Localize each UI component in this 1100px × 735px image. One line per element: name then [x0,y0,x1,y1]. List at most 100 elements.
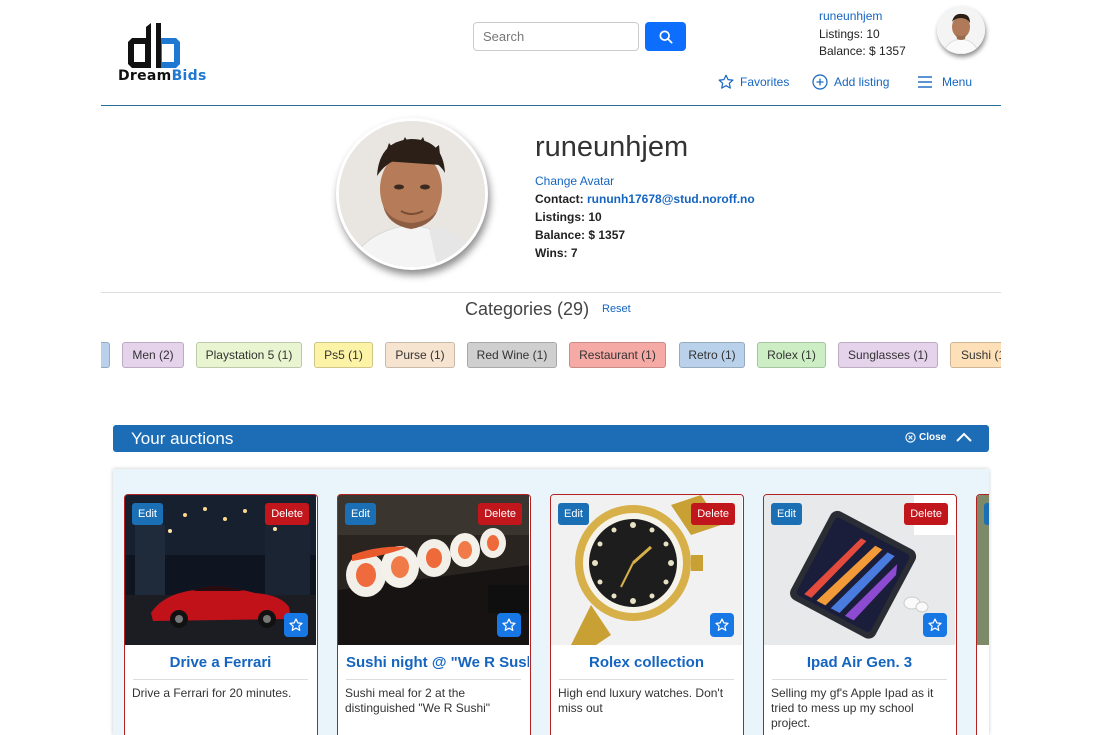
edit-button[interactable]: Edit [558,503,589,525]
auction-card[interactable]: Edit Delete Drive a Ferrari Drive a Ferr… [124,494,318,735]
plus-circle-icon [812,74,828,90]
wins-label: Wins: [535,246,568,260]
edit-button[interactable]: Edit [345,503,376,525]
favorite-button[interactable] [497,613,521,637]
nav-add-listing-label: Add listing [834,75,890,89]
category-chip[interactable]: Restaurant (1) [569,342,666,368]
balance-label: Balance: [535,228,586,242]
brand-name-dream: Dream [118,68,172,84]
delete-button[interactable]: Delete [904,503,948,525]
category-chips-scroller[interactable]: Men (2) Playstation 5 (1) Ps5 (1) Purse … [101,342,1001,368]
auction-title[interactable]: Sushi night @ "We R Sushi" [338,654,529,671]
header-listings: Listings: 10 [819,26,880,41]
close-auctions-button[interactable]: Close [905,431,973,443]
search-icon [658,29,673,44]
profile-name: runeunhjem [535,131,689,163]
your-auctions-title: Your auctions [131,429,234,448]
category-chip[interactable]: Sunglasses (1) [838,342,938,368]
categories-title: Categories (29) [465,299,590,319]
close-label: Close [919,431,947,443]
nav-add-listing[interactable]: Add listing [812,74,889,90]
auction-description: Selling my gf's Apple Ipad as it tried t… [771,686,934,730]
nav-menu[interactable]: Menu [916,74,972,90]
avatar-photo [937,6,985,54]
profile-balance: Balance: $ 1357 [535,226,755,244]
site-header: DreamBids runeunhjem Listings: 10 Balanc… [101,0,1001,106]
favorite-button[interactable] [710,613,734,637]
section-divider [101,292,1001,293]
auction-card[interactable]: Edit Delete Rolex collection High end lu… [550,494,744,735]
edit-button[interactable]: Edit [132,503,163,525]
card-divider [772,679,947,680]
nav-menu-label: Menu [942,75,973,89]
delete-button[interactable]: Delete [478,503,522,525]
star-icon [289,618,303,631]
balance-value: $ 1357 [588,228,626,242]
search-button[interactable] [645,22,686,51]
contact-label: Contact: [535,192,584,206]
chevron-up-icon [956,432,972,442]
header-username[interactable]: runeunhjem [819,8,906,26]
edit-button[interactable] [984,503,989,525]
brand-wordmark: DreamBids [118,68,207,84]
search-input[interactable] [473,22,639,51]
auction-card[interactable]: Edit Delete Ipad Air Gen. 3 Selling my g… [763,494,957,735]
auction-card[interactable]: Edit Delete Sushi night @ "We R Sushi" S… [337,494,531,735]
profile-avatar [336,118,488,270]
auction-description: High end luxury watches. Don't miss out [558,686,724,715]
wins-value: 7 [570,246,578,260]
auctions-carousel[interactable]: Edit Delete Drive a Ferrari Drive a Ferr… [113,469,989,735]
user-summary: runeunhjem Listings: 10 Balance: $ 1357 [819,8,906,61]
listings-value: 10 [588,210,602,224]
category-chip[interactable]: Retro (1) [679,342,745,368]
star-icon [715,618,729,631]
category-chip[interactable]: Playstation 5 (1) [196,342,302,368]
auction-image[interactable]: Edit Delete [125,495,316,645]
profile-wins: Wins: 7 [535,244,755,262]
auction-description: Sushi meal for 2 at the distinguished "W… [345,686,491,715]
auction-description: Drive a Ferrari for 20 minutes. [132,686,292,700]
auction-image[interactable]: Edit Delete [551,495,742,645]
nav-favorites-label: Favorites [740,75,790,89]
star-icon [928,618,942,631]
auction-image[interactable]: Edit Delete [338,495,529,645]
header-balance: Balance: $ 1357 [819,44,906,58]
auction-card-partial[interactable] [976,494,989,735]
category-chip[interactable]: Sushi (1) [950,342,1001,368]
listings-label: Listings: [535,210,585,224]
auction-image[interactable] [977,495,989,645]
profile-listings: Listings: 10 [535,208,755,226]
profile-details: Change Avatar Contact: rununh17678@stud.… [535,172,755,262]
category-chip[interactable]: Ps5 (1) [314,342,373,368]
close-circle-icon [905,431,916,443]
delete-button[interactable]: Delete [265,503,309,525]
hamburger-icon [918,76,932,88]
profile-contact: Contact: rununh17678@stud.noroff.no [535,190,755,208]
card-divider [133,679,308,680]
auction-title[interactable]: Ipad Air Gen. 3 [764,654,955,671]
category-chip-partial[interactable] [101,342,110,368]
edit-button[interactable]: Edit [771,503,802,525]
contact-email-link[interactable]: rununh17678@stud.noroff.no [587,192,755,206]
category-chip[interactable]: Purse (1) [385,342,455,368]
header-avatar[interactable] [937,6,985,54]
delete-button[interactable]: Delete [691,503,735,525]
star-icon [502,618,516,631]
star-icon [718,74,734,89]
auction-image[interactable]: Edit Delete [764,495,955,645]
categories-reset-link[interactable]: Reset [602,303,631,315]
auction-title[interactable]: Drive a Ferrari [125,654,316,671]
auction-title[interactable]: Rolex collection [551,654,742,671]
profile-photo [339,121,485,267]
nav-favorites[interactable]: Favorites [718,74,789,90]
category-chip[interactable]: Rolex (1) [757,342,826,368]
card-divider [346,679,521,680]
brand-name-bids: Bids [171,68,207,84]
favorite-button[interactable] [923,613,947,637]
change-avatar-link[interactable]: Change Avatar [535,172,755,190]
your-auctions-header: Your auctions Close [113,425,989,452]
category-chip[interactable]: Men (2) [122,342,184,368]
card-divider [559,679,734,680]
category-chip[interactable]: Red Wine (1) [467,342,557,368]
favorite-button[interactable] [284,613,308,637]
